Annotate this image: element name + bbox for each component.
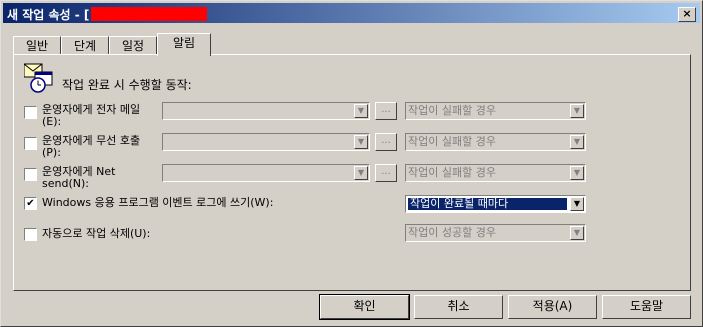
chevron-down-icon: ▼ bbox=[354, 104, 368, 118]
notification-envelope-clock-icon bbox=[24, 63, 53, 93]
chevron-down-icon: ▼ bbox=[570, 197, 584, 211]
auto-delete-label: 자동으로 작업 삭제(U): bbox=[42, 227, 151, 240]
pager-condition-value: 작업이 실패할 경우 bbox=[408, 135, 496, 148]
email-operator-select[interactable]: ▼ bbox=[162, 102, 370, 120]
notifications-panel: 작업 완료 시 수행할 동작: 운영자에게 전자 메일 (E): ▼ ... 작… bbox=[13, 54, 691, 291]
auto-delete-condition-select[interactable]: 작업이 성공할 경우 ▼ bbox=[405, 224, 586, 242]
chevron-down-icon: ▼ bbox=[570, 135, 584, 149]
tab-notifications[interactable]: 알림 bbox=[157, 33, 211, 56]
email-condition-select[interactable]: 작업이 실패할 경우 ▼ bbox=[405, 102, 586, 120]
title-bar[interactable]: 새 작업 속성 - [ × bbox=[3, 3, 700, 23]
email-browse-button[interactable]: ... bbox=[375, 102, 397, 120]
pager-condition-select[interactable]: 작업이 실패할 경우 ▼ bbox=[405, 133, 586, 151]
pager-operator-label-accel: (P): bbox=[42, 146, 61, 159]
email-operator-label-accel: (E): bbox=[42, 115, 62, 128]
tab-general[interactable]: 일반 bbox=[13, 36, 61, 55]
netsend-operator-label-accel: send(N): bbox=[42, 177, 89, 190]
netsend-condition-select[interactable]: 작업이 실패할 경우 ▼ bbox=[405, 164, 586, 182]
chevron-down-icon: ▼ bbox=[354, 135, 368, 149]
task-properties-dialog: 새 작업 속성 - [ × 일반 단계 일정 알림 작업 완료 시 수행할 동작… bbox=[0, 0, 703, 327]
eventlog-label: Windows 응용 프로그램 이벤트 로그에 쓰기(W): bbox=[42, 196, 274, 209]
eventlog-condition-value: 작업이 완료될 때마다 bbox=[408, 198, 567, 210]
auto-delete-condition-value: 작업이 성공할 경우 bbox=[408, 226, 496, 239]
ok-button[interactable]: 확인 bbox=[319, 294, 410, 320]
netsend-condition-value: 작업이 실패할 경우 bbox=[408, 166, 496, 179]
netsend-operator-select[interactable]: ▼ bbox=[162, 164, 370, 182]
cancel-button[interactable]: 취소 bbox=[414, 295, 503, 319]
eventlog-condition-select[interactable]: 작업이 완료될 때마다 ▼ bbox=[405, 195, 586, 213]
netsend-browse-button[interactable]: ... bbox=[375, 164, 397, 182]
auto-delete-checkbox[interactable] bbox=[24, 228, 37, 241]
eventlog-checkbox[interactable]: ✔ bbox=[24, 197, 37, 210]
chevron-down-icon: ▼ bbox=[354, 166, 368, 180]
pager-operator-checkbox[interactable] bbox=[24, 137, 37, 150]
pager-operator-select[interactable]: ▼ bbox=[162, 133, 370, 151]
chevron-down-icon: ▼ bbox=[570, 226, 584, 240]
help-button[interactable]: 도움말 bbox=[602, 295, 691, 319]
apply-button[interactable]: 적용(A) bbox=[508, 295, 597, 319]
pager-browse-button[interactable]: ... bbox=[375, 133, 397, 151]
chevron-down-icon: ▼ bbox=[570, 104, 584, 118]
netsend-operator-checkbox[interactable] bbox=[24, 168, 37, 181]
email-condition-value: 작업이 실패할 경우 bbox=[408, 104, 496, 117]
close-button[interactable]: × bbox=[678, 7, 696, 22]
email-operator-checkbox[interactable] bbox=[24, 106, 37, 119]
redacted-task-name bbox=[91, 7, 207, 21]
chevron-down-icon: ▼ bbox=[570, 166, 584, 180]
window-title: 새 작업 속성 - [ bbox=[7, 8, 90, 22]
tab-steps[interactable]: 단계 bbox=[61, 36, 109, 55]
section-title: 작업 완료 시 수행할 동작: bbox=[62, 78, 192, 92]
tab-schedules[interactable]: 일정 bbox=[109, 36, 157, 55]
